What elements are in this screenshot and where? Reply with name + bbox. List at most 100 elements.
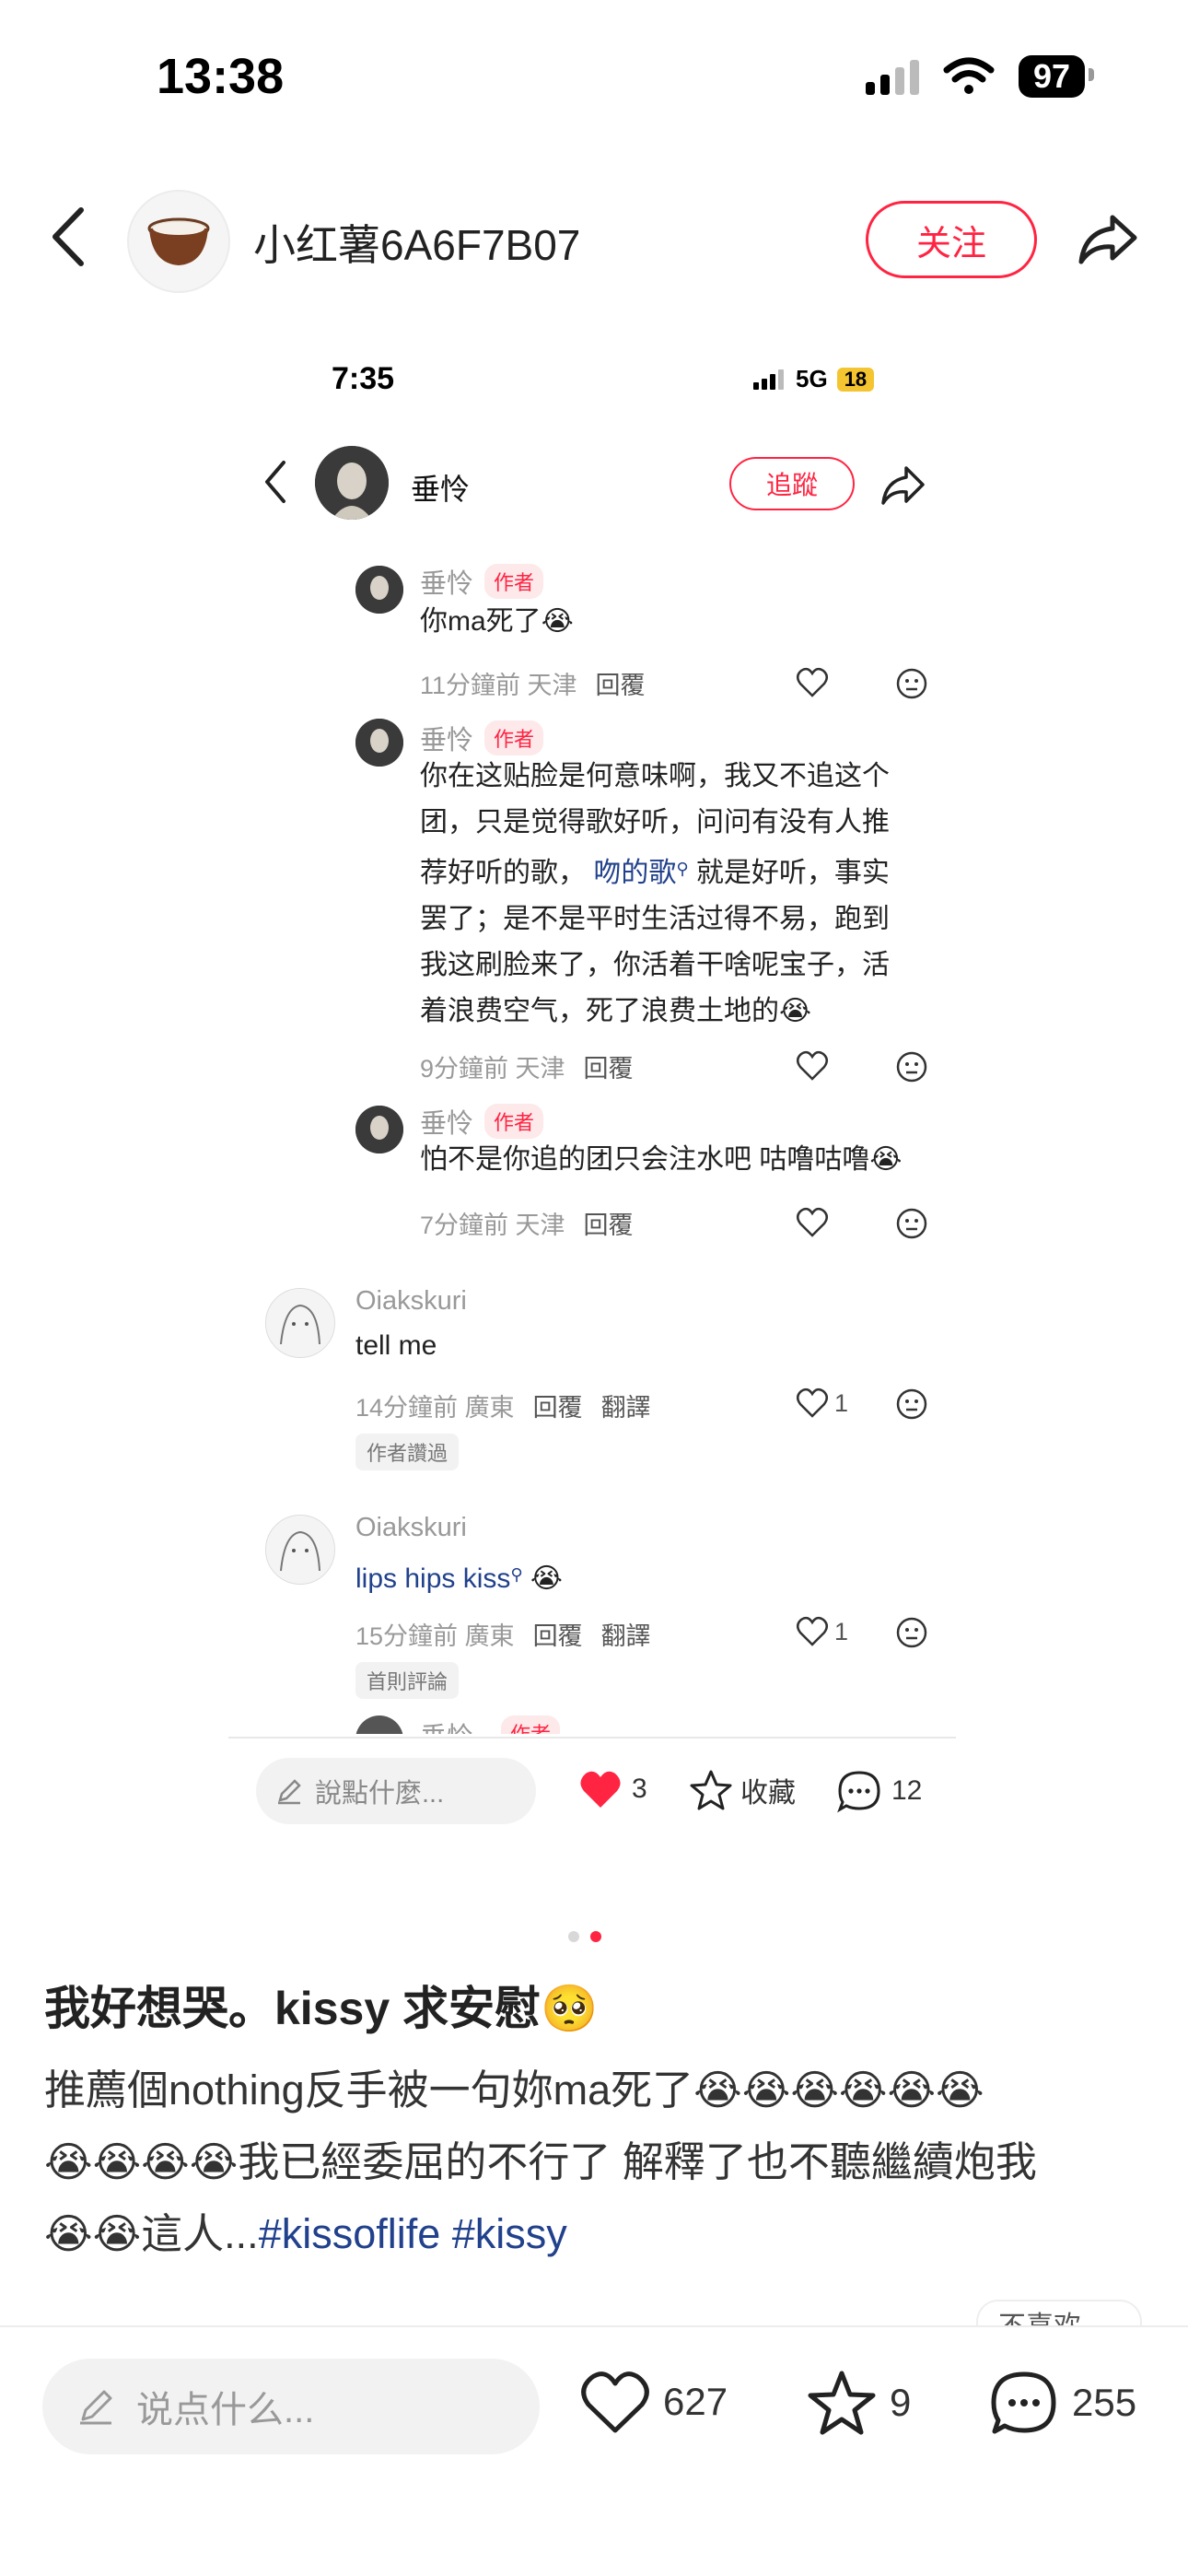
- comment-avatar: [355, 566, 403, 614]
- comment-username: Oiakskuri: [355, 1286, 467, 1316]
- hashtags[interactable]: #kissoflife #kissy: [259, 2210, 567, 2257]
- comment-meta: 11分鐘前 天津 回覆: [420, 672, 646, 699]
- author-tag: 作者: [484, 720, 544, 755]
- first-comment-tag: 首則評論: [355, 1662, 460, 1699]
- dislike-button[interactable]: 不喜欢: [976, 2300, 1142, 2325]
- carousel-dot-active[interactable]: [590, 1931, 601, 1942]
- reply-button: 回覆: [583, 1212, 634, 1239]
- inner-like: 3: [578, 1769, 647, 1809]
- comment-avatar: [355, 719, 403, 767]
- comment-meta: 7分鐘前 天津 回覆: [420, 1212, 634, 1239]
- inner-comment-count: 12: [836, 1769, 922, 1813]
- dislike-face-icon: [896, 1051, 927, 1083]
- reply-button: 回覆: [595, 672, 646, 699]
- comment-username: Oiakskuri: [355, 1513, 467, 1542]
- dislike-face-icon: [896, 1208, 927, 1239]
- inner-collect: 收藏: [689, 1769, 796, 1811]
- heart-icon: [581, 2371, 649, 2433]
- comment-bubble-icon: [991, 2371, 1056, 2434]
- heart-icon: [797, 1388, 828, 1418]
- like-button[interactable]: 627: [580, 2370, 728, 2434]
- heart-filled-icon: [580, 1771, 621, 1808]
- comment-username: 垂怜 作者: [420, 719, 544, 757]
- post-body: 推薦個nothing反手被一句妳ma死了😭😭😭😭😭😭 😭😭😭😭我已經委屈的不行了…: [44, 2067, 1037, 2257]
- embedded-screenshot: 7:35 5G 18 垂怜 追蹤 垂怜 作者 你ma死了😭 11分鐘前 天津 回覆 …: [228, 332, 956, 1824]
- inner-battery: 18: [836, 367, 875, 392]
- crying-emoji-icon: 😭😭: [44, 2210, 142, 2257]
- crying-emoji-icon: 😭: [530, 1563, 563, 1594]
- bottom-divider: [0, 2325, 1188, 2327]
- heart-icon: [797, 667, 828, 697]
- dislike-face-icon: [896, 1388, 927, 1420]
- pleading-emoji-icon: 🥺: [541, 1983, 599, 2034]
- heart-icon: [797, 1207, 828, 1237]
- crying-emoji-icon: 😭: [779, 996, 812, 1026]
- comment-avatar: [265, 1515, 335, 1585]
- crying-emoji-icon: 😭😭😭😭: [44, 2138, 239, 2185]
- inner-back-icon: [265, 461, 285, 503]
- avatar[interactable]: [127, 190, 230, 293]
- reply-button: 回覆: [583, 1055, 634, 1083]
- share-icon[interactable]: [1076, 206, 1140, 271]
- partial-comment: 垂怜作者: [355, 1715, 632, 1734]
- comment-text: 你在这贴脸是何意味啊，我又不追这个 团，只是觉得歌好听，问问有没有人推 荐好听的…: [420, 761, 890, 1026]
- heart-icon: [797, 1616, 828, 1646]
- inner-follow-button: 追蹤: [729, 457, 855, 510]
- comment-text: lips hips kiss⚲ 😭: [355, 1563, 563, 1594]
- comment-meta: 14分鐘前 廣東 回覆 翻譯: [355, 1394, 651, 1422]
- comment-button[interactable]: 255: [989, 2370, 1136, 2436]
- reply-button: 回覆: [532, 1622, 583, 1650]
- crying-emoji-icon: 😭😭😭😭😭😭: [693, 2067, 984, 2113]
- follow-button[interactable]: 关注: [866, 201, 1037, 278]
- comment-text: tell me: [355, 1330, 437, 1361]
- comment-like: 1: [796, 1616, 848, 1647]
- status-icons: 97: [865, 55, 1095, 98]
- status-time: 13:38: [157, 49, 285, 104]
- heart-icon: [797, 1050, 828, 1081]
- carousel-dot[interactable]: [568, 1931, 579, 1942]
- author-liked-tag: 作者讚過: [355, 1434, 460, 1470]
- comment-meta: 15分鐘前 廣東 回覆 翻譯: [355, 1622, 651, 1650]
- dislike-face-icon: [896, 1617, 927, 1648]
- collect-button[interactable]: 9: [807, 2370, 911, 2436]
- inner-share-icon: [881, 466, 925, 505]
- star-icon: [690, 1770, 732, 1810]
- comment-text: 怕不是你追的团只会注水吧 咕噜咕噜😭: [420, 1144, 903, 1175]
- wifi-icon: [943, 57, 995, 94]
- pencil-icon: [278, 1779, 301, 1805]
- signal-icon: [865, 58, 919, 95]
- carousel-indicator[interactable]: [568, 1931, 601, 1942]
- comment-like: 1: [796, 1388, 848, 1419]
- battery-indicator: 97: [1018, 55, 1095, 98]
- post-title: 我好想哭。kissy 求安慰🥺: [44, 1983, 599, 2034]
- comment-meta: 9分鐘前 天津 回覆: [420, 1055, 634, 1083]
- crying-emoji-icon: 😭: [869, 1144, 903, 1175]
- translate-button: 翻譯: [600, 1394, 651, 1422]
- crying-emoji-icon: 😭: [541, 606, 574, 637]
- author-tag: 作者: [484, 1104, 544, 1139]
- star-icon: [808, 2371, 876, 2435]
- comment-bubble-icon: [837, 1771, 880, 1813]
- dislike-face-icon: [896, 668, 927, 699]
- inner-status-time: 7:35: [332, 361, 395, 396]
- inner-signal-icon: [753, 369, 784, 390]
- comment-avatar: [265, 1288, 335, 1358]
- author-tag: 作者: [484, 564, 544, 599]
- inner-network: 5G: [796, 365, 828, 392]
- coconut-avatar-icon: [147, 217, 210, 265]
- comment-text: 你ma死了😭: [420, 606, 574, 637]
- inner-divider: [228, 1737, 956, 1739]
- comment-avatar: [355, 1715, 403, 1734]
- comment-username: 垂怜 作者: [420, 562, 544, 601]
- back-icon[interactable]: [46, 205, 92, 269]
- song-link: lips hips kiss: [355, 1563, 511, 1594]
- song-link: 吻的歌: [593, 858, 677, 888]
- pencil-icon: [80, 2390, 112, 2425]
- inner-author-avatar: [315, 446, 389, 520]
- reply-button: 回覆: [532, 1394, 583, 1422]
- comment-input[interactable]: 说点什么...: [42, 2359, 540, 2454]
- comment-avatar: [355, 1106, 403, 1153]
- inner-author-name: 垂怜: [411, 473, 471, 506]
- inner-comment-input: 說點什麼...: [256, 1758, 536, 1824]
- inner-status-icons: 5G 18: [753, 365, 875, 393]
